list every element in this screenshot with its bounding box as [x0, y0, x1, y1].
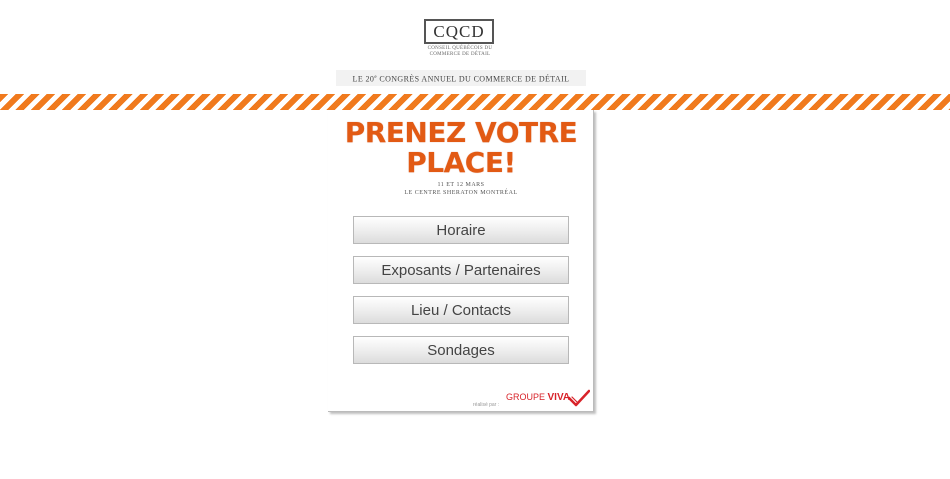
congress-title: LE 20e CONGRÈS ANNUEL DU COMMERCE DE DÉT… [336, 70, 586, 86]
groupe-viva-logo[interactable]: GROUPE VIVA [506, 392, 570, 403]
powered-by-label: réalisé par : [473, 402, 500, 408]
event-venue: LE CENTRE SHERATON MONTRÉAL [404, 190, 518, 196]
headline: PRENEZ VOTRE PLACE! [328, 118, 594, 178]
sondages-button[interactable]: Sondages [353, 336, 569, 364]
checkmark-icon [568, 389, 590, 407]
lieu-contacts-button[interactable]: Lieu / Contacts [353, 296, 569, 324]
headline-line-2: PLACE! [406, 146, 516, 179]
horaire-button[interactable]: Horaire [353, 216, 569, 244]
event-date: 11 ET 12 MARS [437, 182, 485, 188]
headline-line-1: PRENEZ VOTRE [344, 116, 578, 149]
logo-letters: CQCD [433, 21, 485, 41]
logo-subtitle: CONSEIL QUÉBÉCOIS DU COMMERCE DE DÉTAIL [427, 46, 493, 57]
striped-banner [0, 94, 950, 110]
brand-prefix: GROUPE [506, 392, 548, 402]
brand-name: VIVA [547, 392, 571, 403]
exposants-partenaires-button[interactable]: Exposants / Partenaires [353, 256, 569, 284]
congress-prefix: LE 20 [352, 74, 375, 84]
event-panel: PRENEZ VOTRE PLACE! 11 ET 12 MARS LE CEN… [328, 110, 594, 412]
congress-suffix: CONGRÈS ANNUEL DU COMMERCE DE DÉTAIL [376, 74, 570, 84]
cqcd-logo: CQCD [424, 19, 494, 44]
